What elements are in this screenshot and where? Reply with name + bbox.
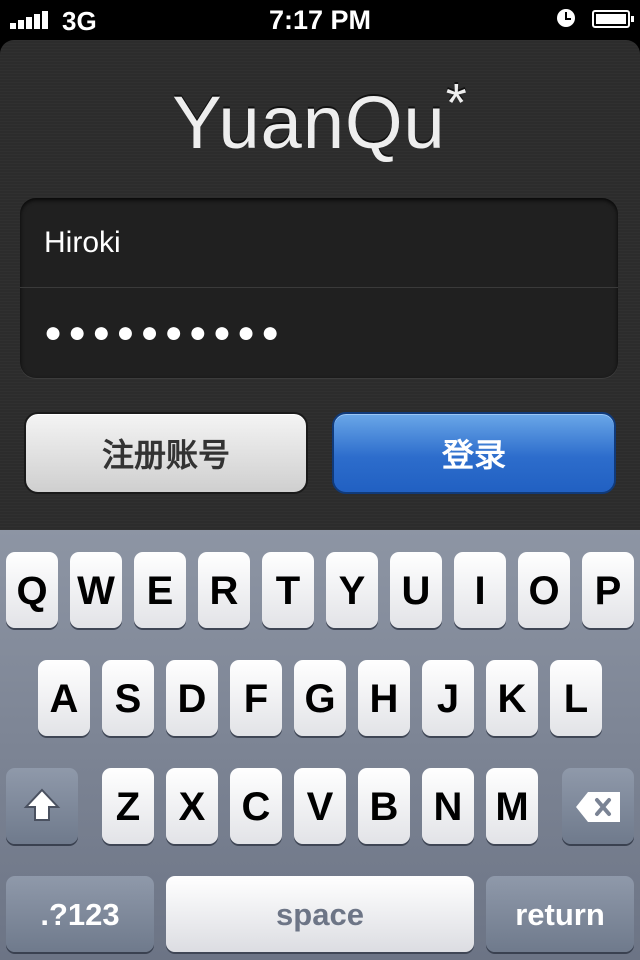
status-time: 7:17 PM [268, 5, 372, 35]
keyboard: Q W E R T Y U I O P A S D F G H J K L Z … [0, 530, 640, 960]
status-bar: 3G 7:17 PM [0, 0, 640, 40]
register-account-button[interactable]: 注册账号 [24, 412, 308, 494]
key-t[interactable]: T [262, 552, 314, 628]
key-w[interactable]: W [70, 552, 122, 628]
key-v[interactable]: V [294, 768, 346, 844]
key-y[interactable]: Y [326, 552, 378, 628]
key-j[interactable]: J [422, 660, 474, 736]
key-z[interactable]: Z [102, 768, 154, 844]
logo-text: YuanQu [172, 81, 446, 164]
key-i[interactable]: I [454, 552, 506, 628]
password-field[interactable]: ●●●●●●●●●● [20, 288, 618, 378]
key-e[interactable]: E [134, 552, 186, 628]
key-o[interactable]: O [518, 552, 570, 628]
return-key[interactable]: return [486, 876, 634, 952]
key-c[interactable]: C [230, 768, 282, 844]
key-f[interactable]: F [230, 660, 282, 736]
key-d[interactable]: D [166, 660, 218, 736]
key-g[interactable]: G [294, 660, 346, 736]
key-s[interactable]: S [102, 660, 154, 736]
app-logo: YuanQu* [0, 73, 640, 165]
key-k[interactable]: K [486, 660, 538, 736]
key-n[interactable]: N [422, 768, 474, 844]
key-h[interactable]: H [358, 660, 410, 736]
key-m[interactable]: M [486, 768, 538, 844]
numbers-key[interactable]: .?123 [6, 876, 154, 952]
delete-key[interactable] [562, 768, 634, 844]
space-key[interactable]: space [166, 876, 474, 952]
key-p[interactable]: P [582, 552, 634, 628]
alarm-clock-icon [557, 9, 575, 27]
shift-key[interactable] [6, 768, 78, 844]
battery-icon [592, 10, 634, 28]
key-a[interactable]: A [38, 660, 90, 736]
login-button[interactable]: 登录 [332, 412, 616, 494]
key-l[interactable]: L [550, 660, 602, 736]
login-screen: YuanQu* Hiroki ●●●●●●●●●● 注册账号 登录 [0, 40, 640, 530]
key-u[interactable]: U [390, 552, 442, 628]
key-r[interactable]: R [198, 552, 250, 628]
logo-asterisk: * [445, 73, 468, 133]
login-form: Hiroki ●●●●●●●●●● [20, 198, 618, 378]
backspace-icon [576, 792, 620, 822]
key-x[interactable]: X [166, 768, 218, 844]
key-q[interactable]: Q [6, 552, 58, 628]
key-b[interactable]: B [358, 768, 410, 844]
shift-arrow-icon [23, 788, 61, 821]
username-field[interactable]: Hiroki [20, 198, 618, 288]
